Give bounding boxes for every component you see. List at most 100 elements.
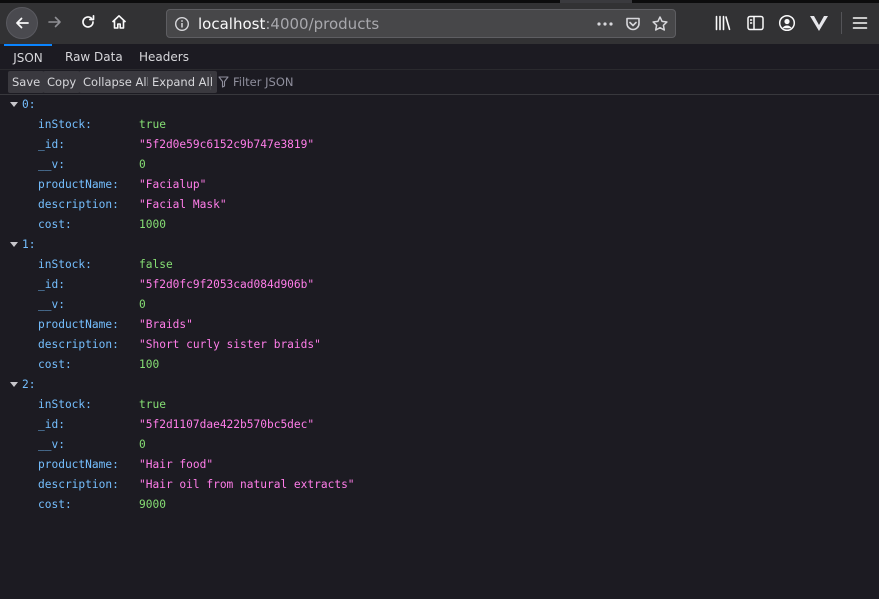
property-key: _id:	[38, 418, 65, 431]
property-key: description:	[38, 198, 119, 211]
property-key: productName:	[38, 178, 119, 191]
tree-row: productName: "Hair food"	[0, 455, 879, 475]
reload-icon	[82, 14, 95, 28]
property-key: __v:	[38, 158, 65, 171]
property-value: true	[139, 398, 166, 411]
tree-row: __v: 0	[0, 435, 879, 455]
property-key: description:	[38, 478, 119, 491]
property-value: 1000	[139, 218, 166, 231]
tree-row-index[interactable]: 1:	[0, 235, 879, 255]
tree-row: __v: 0	[0, 155, 879, 175]
forward-button[interactable]	[41, 8, 69, 36]
arrow-right-icon	[48, 16, 61, 28]
tree-row: cost: 9000	[0, 495, 879, 515]
reload-button[interactable]	[74, 8, 102, 36]
property-key: _id:	[38, 278, 65, 291]
property-value: 0	[139, 438, 146, 451]
tree-row: cost: 1000	[0, 215, 879, 235]
library-icon[interactable]	[714, 14, 732, 32]
pocket-icon[interactable]	[624, 15, 642, 33]
property-value: "5f2d0fc9f2053cad084d906b"	[139, 278, 315, 291]
tab-raw-data[interactable]: Raw Data	[65, 44, 123, 69]
expand-toggle-icon[interactable]	[10, 382, 18, 387]
tree-row: inStock: true	[0, 115, 879, 135]
property-key: inStock:	[38, 258, 92, 271]
back-button[interactable]	[6, 7, 38, 39]
json-tree: 0: inStock: true _id: "5f2d0e59c6152c9b747…	[0, 95, 879, 515]
tree-row-index[interactable]: 0:	[0, 95, 879, 115]
filter-json-input[interactable]: Filter JSON	[218, 71, 293, 93]
arrow-left-icon	[16, 17, 29, 29]
tab-strip	[0, 0, 879, 3]
url-path: :4000/products	[265, 15, 380, 33]
property-value: "5f2d0e59c6152c9b747e3819"	[139, 138, 315, 151]
tree-row: description: "Hair oil from natural extra…	[0, 475, 879, 495]
url-host: localhost	[198, 15, 266, 33]
property-value: "5f2d1107dae422b570bc5dec"	[139, 418, 315, 431]
tree-row: description: "Short curly sister braids"	[0, 335, 879, 355]
vue-devtools-icon[interactable]	[809, 15, 829, 31]
property-value: false	[139, 258, 173, 271]
save-button[interactable]: Save	[8, 71, 45, 93]
home-button[interactable]	[105, 8, 133, 36]
property-key: description:	[38, 338, 119, 351]
home-icon	[111, 15, 127, 29]
property-key: productName:	[38, 458, 119, 471]
property-value: "Short curly sister braids"	[139, 338, 321, 351]
tree-row: inStock: false	[0, 255, 879, 275]
json-toolbar: Save Copy Collapse All Expand All Filter…	[0, 70, 879, 95]
property-value: 100	[139, 358, 160, 371]
array-index: 1:	[22, 238, 36, 251]
expand-toggle-icon[interactable]	[10, 242, 18, 247]
sidebar-icon[interactable]	[747, 15, 764, 31]
property-value: true	[139, 118, 166, 131]
url-bar[interactable]: localhost:4000/products	[166, 9, 676, 38]
toolbar-divider	[841, 12, 842, 34]
tree-row: __v: 0	[0, 295, 879, 315]
array-index: 0:	[22, 98, 36, 111]
viewer-tabs: JSON Raw Data Headers	[0, 44, 879, 70]
property-value: "Facial Mask"	[139, 198, 227, 211]
url-text: localhost:4000/products	[198, 15, 379, 33]
expand-toggle-icon[interactable]	[10, 102, 18, 107]
bookmark-star-icon[interactable]	[651, 15, 669, 33]
tree-row: productName: "Braids"	[0, 315, 879, 335]
page-actions-icon[interactable]	[597, 21, 613, 27]
browser-toolbar: localhost:4000/products	[0, 0, 879, 44]
tree-row-index[interactable]: 2:	[0, 375, 879, 395]
property-key: __v:	[38, 438, 65, 451]
property-value: "Facialup"	[139, 178, 207, 191]
tree-row: _id: "5f2d1107dae422b570bc5dec"	[0, 415, 879, 435]
property-value: "Braids"	[139, 318, 193, 331]
array-index: 2:	[22, 378, 36, 391]
toolbar-separator	[210, 74, 211, 90]
property-key: cost:	[38, 218, 72, 231]
collapse-all-button[interactable]: Collapse All	[79, 71, 154, 93]
property-value: 0	[139, 158, 146, 171]
tab-headers[interactable]: Headers	[139, 44, 189, 69]
property-key: cost:	[38, 358, 72, 371]
property-key: cost:	[38, 498, 72, 511]
filter-placeholder: Filter JSON	[233, 75, 294, 89]
property-key: __v:	[38, 298, 65, 311]
tree-row: cost: 100	[0, 355, 879, 375]
tree-row: description: "Facial Mask"	[0, 195, 879, 215]
hamburger-menu-icon[interactable]	[852, 16, 868, 30]
tree-row: _id: "5f2d0fc9f2053cad084d906b"	[0, 275, 879, 295]
copy-button[interactable]: Copy	[43, 71, 81, 93]
property-key: inStock:	[38, 118, 92, 131]
property-key: inStock:	[38, 398, 92, 411]
property-value: 9000	[139, 498, 166, 511]
tree-row: inStock: true	[0, 395, 879, 415]
tree-row: productName: "Facialup"	[0, 175, 879, 195]
property-value: "Hair food"	[139, 458, 214, 471]
property-value: 0	[139, 298, 146, 311]
expand-all-button[interactable]: Expand All	[148, 71, 217, 93]
property-key: productName:	[38, 318, 119, 331]
info-icon	[174, 16, 190, 32]
filter-icon	[218, 76, 229, 88]
account-icon[interactable]	[778, 14, 796, 32]
property-key: _id:	[38, 138, 65, 151]
property-value: "Hair oil from natural extracts"	[139, 478, 355, 491]
tab-json[interactable]: JSON	[4, 44, 52, 69]
